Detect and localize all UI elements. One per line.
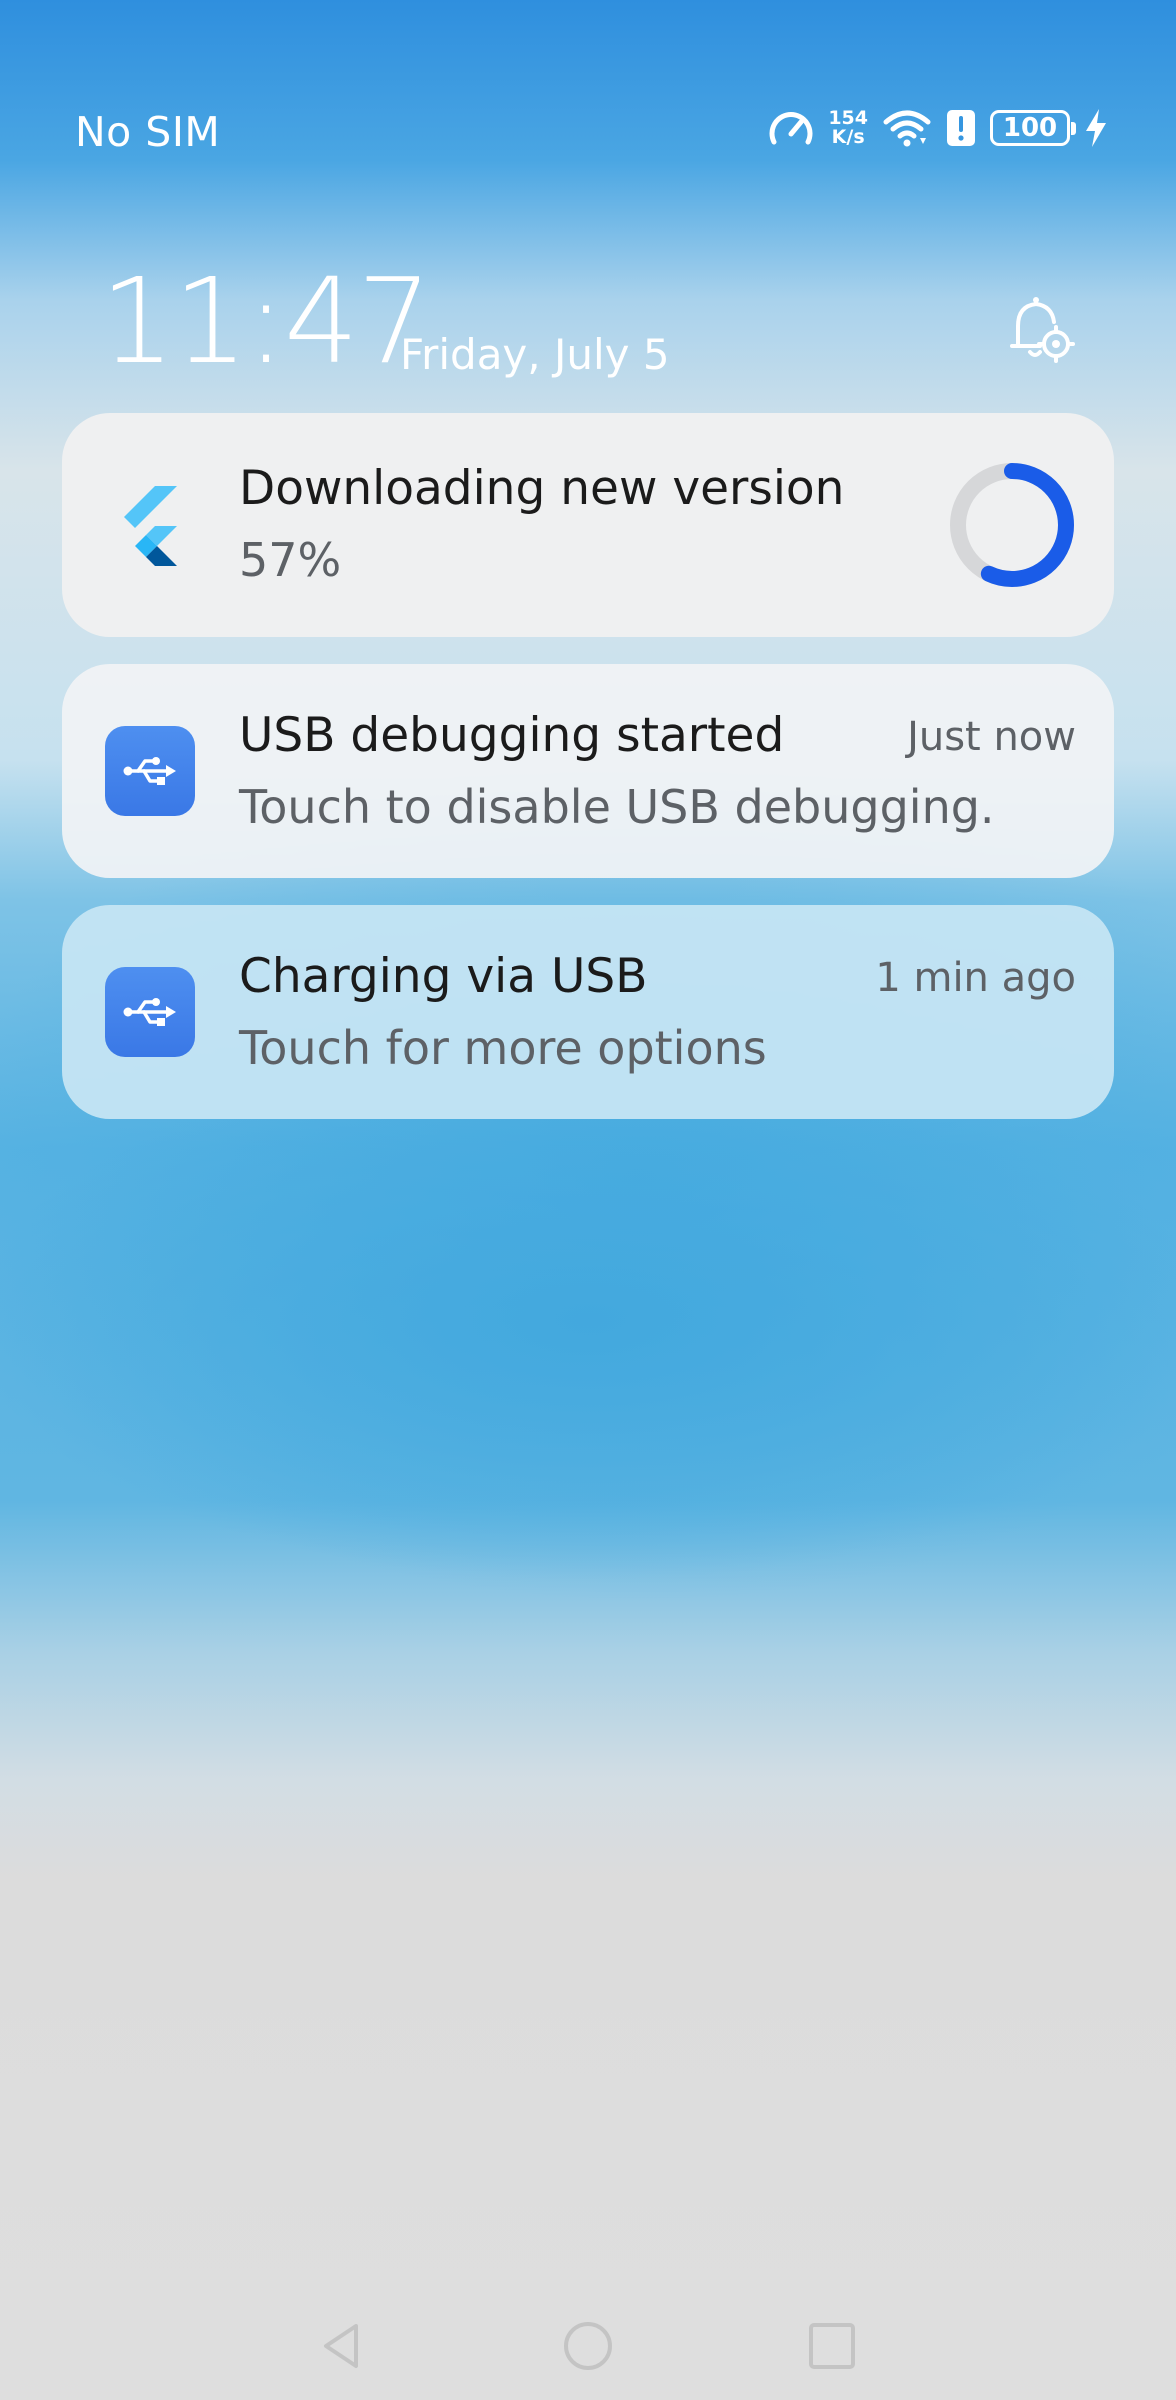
notification-charging[interactable]: Charging via USB 1 min ago Touch for mor…: [62, 905, 1114, 1119]
charging-bolt-icon: [1086, 109, 1106, 147]
navigation-bar: [0, 2300, 1176, 2400]
alert-icon: [947, 110, 975, 146]
battery-icon: 100: [990, 110, 1076, 146]
wifi-icon: [883, 110, 931, 147]
clock: 11:47: [100, 252, 432, 390]
home-icon[interactable]: [558, 2316, 618, 2376]
notification-subtitle: Touch for more options: [239, 1021, 767, 1075]
back-icon[interactable]: [312, 2316, 372, 2376]
download-progress-ring: [950, 463, 1074, 587]
speedometer-icon: [769, 112, 813, 145]
download-percent: 57%: [239, 533, 342, 587]
carrier-label: No SIM: [75, 108, 221, 156]
notification-download[interactable]: Downloading new version 57%: [62, 413, 1114, 637]
battery-level: 100: [1002, 113, 1058, 143]
notification-time: 1 min ago: [875, 955, 1076, 1001]
status-icons: 154 K/s 100: [768, 108, 1108, 148]
usb-icon: [105, 967, 195, 1057]
notification-title: Downloading new version: [239, 461, 845, 516]
notification-title: USB debugging started: [239, 708, 785, 763]
notification-usb-debugging[interactable]: USB debugging started Just now Touch to …: [62, 664, 1114, 878]
notification-title: Charging via USB: [239, 949, 648, 1004]
flutter-logo-icon: [124, 486, 177, 566]
status-bar: No SIM 154 K/s 100: [0, 0, 1176, 156]
notification-subtitle: Touch to disable USB debugging.: [239, 780, 995, 834]
net-speed-unit: K/s: [831, 126, 865, 148]
recents-icon[interactable]: [802, 2316, 862, 2376]
notification-time: Just now: [907, 714, 1076, 760]
notification-settings-icon[interactable]: [1000, 292, 1076, 368]
net-speed: 154 K/s: [828, 109, 868, 147]
date-label: Friday, July 5: [400, 330, 670, 379]
usb-icon: [105, 726, 195, 816]
